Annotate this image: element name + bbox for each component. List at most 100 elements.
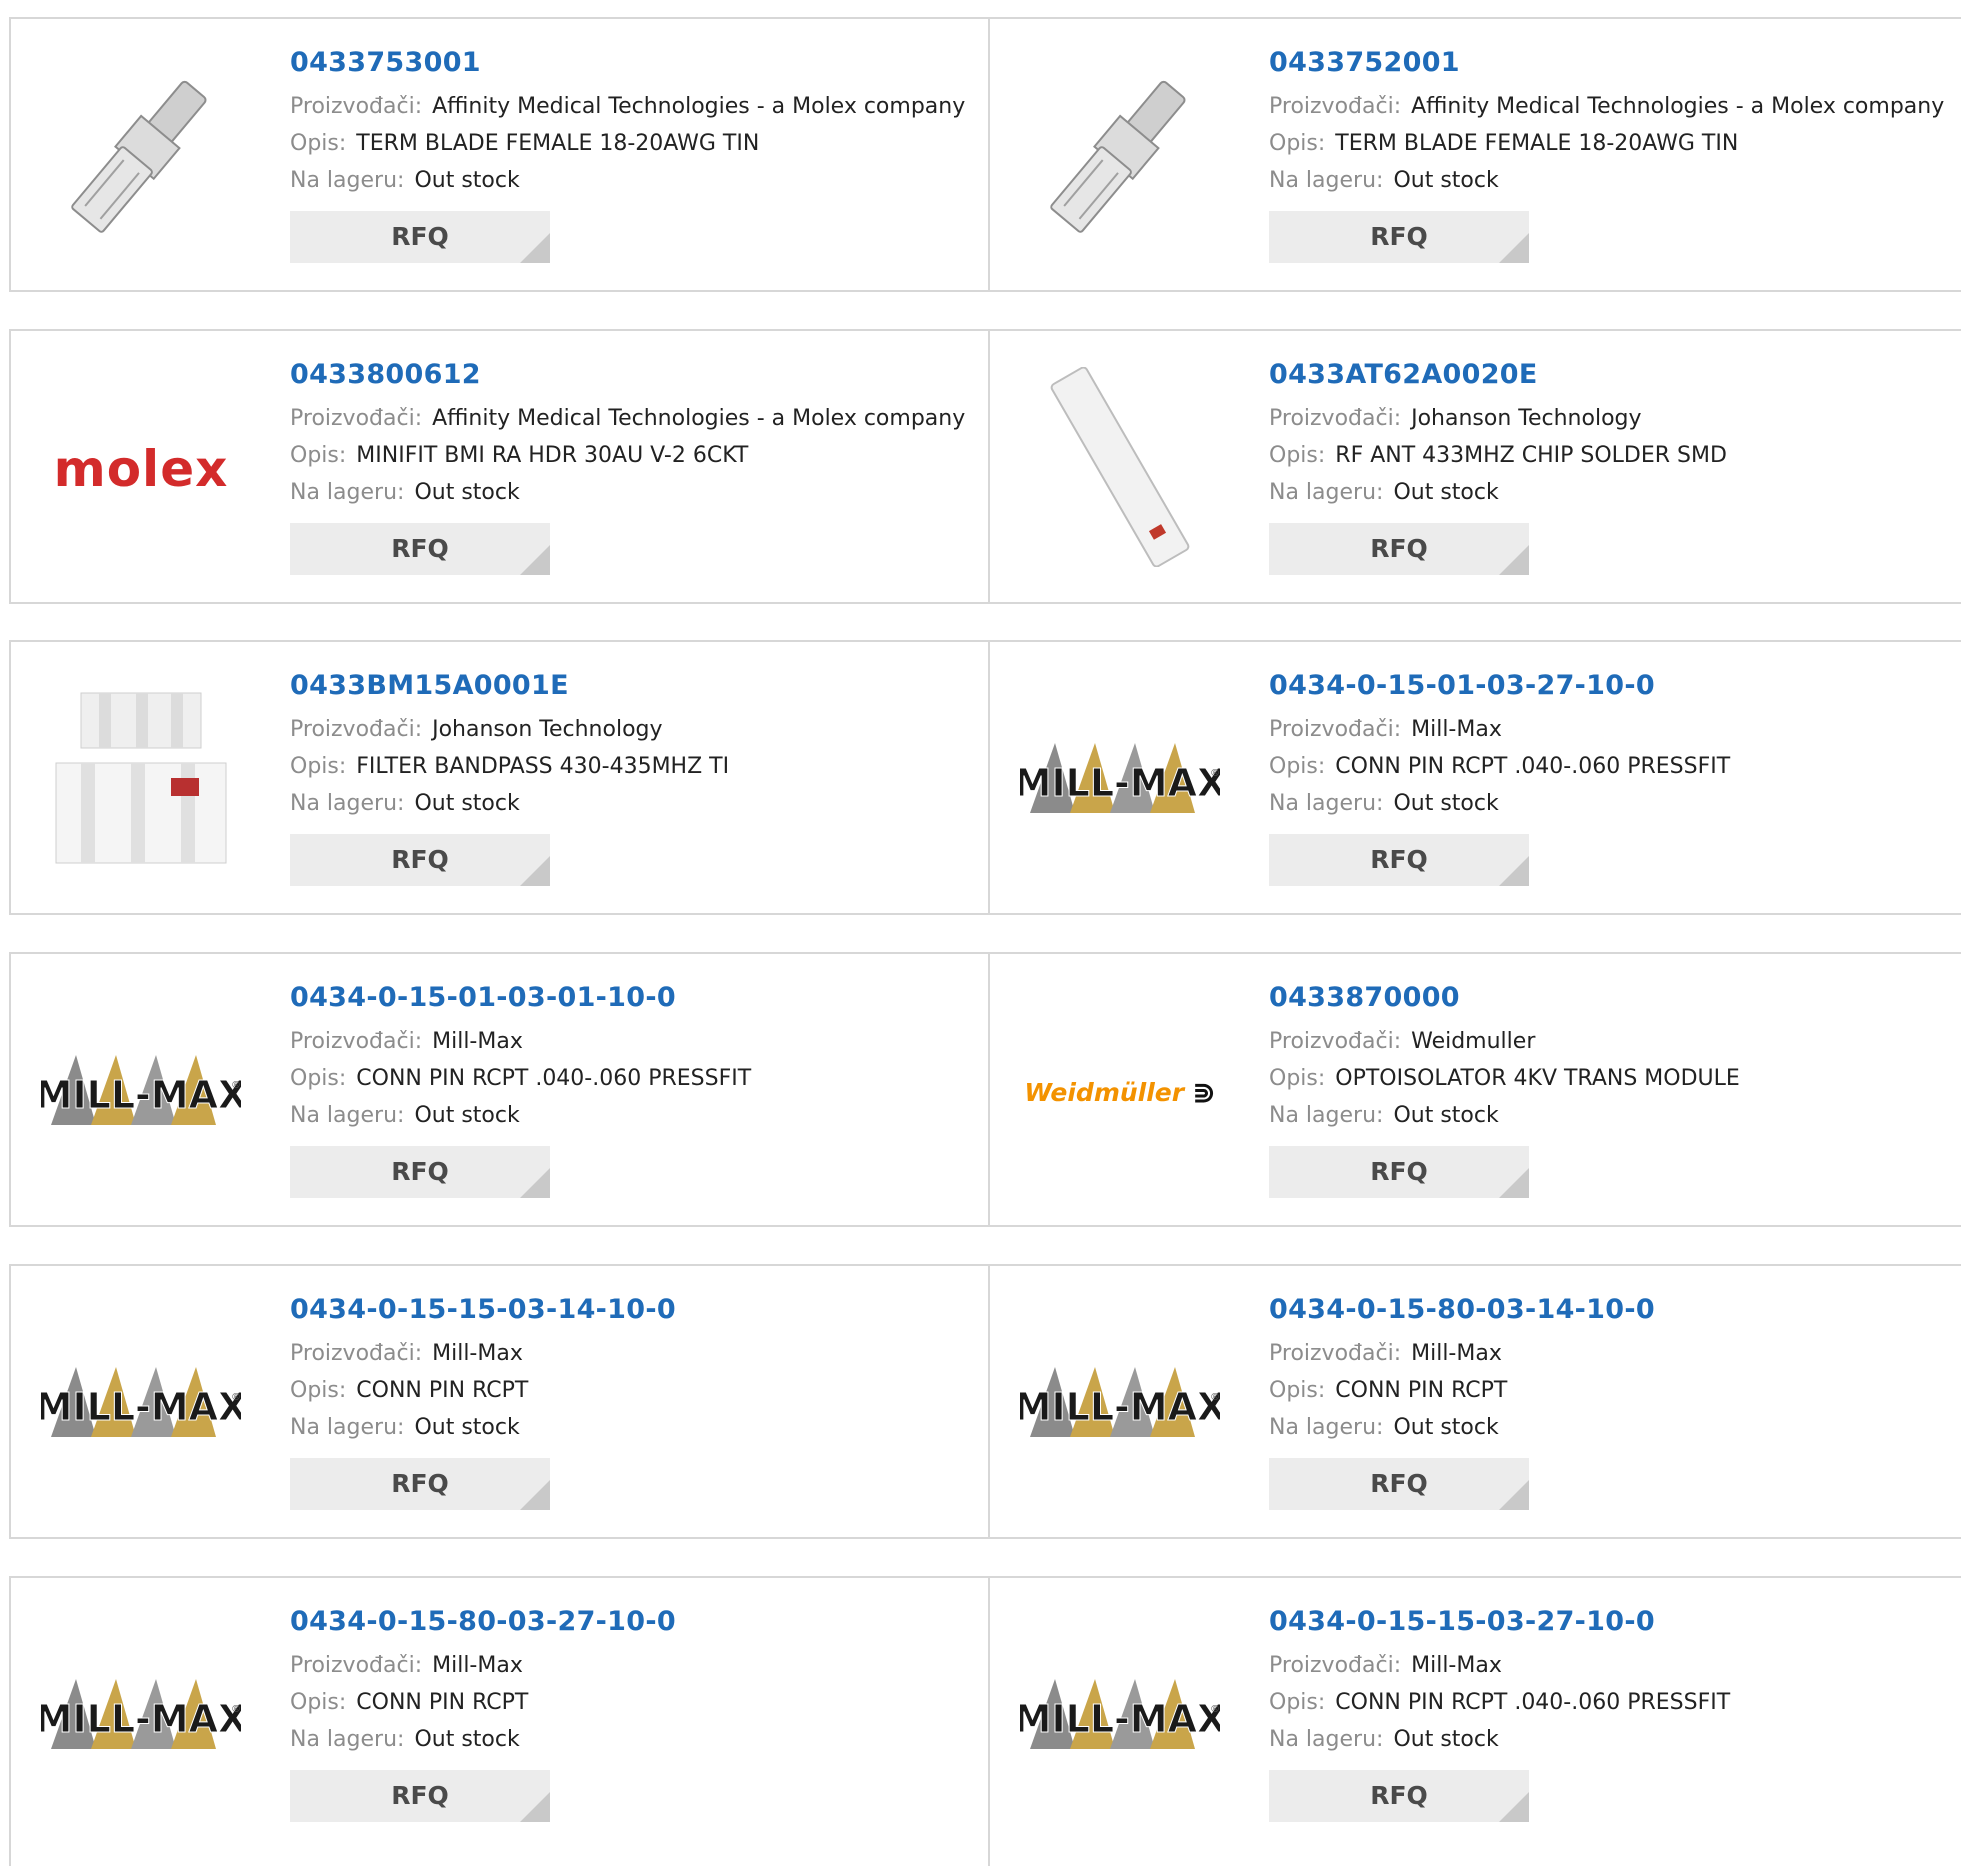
product-image[interactable]: molex xyxy=(41,369,241,569)
svg-text:MILL-MAX: MILL-MAX xyxy=(41,1385,241,1429)
product-row: MILL-MAX ® 0434-0-15-15-03-14-10-0 Proizvođ… xyxy=(9,1264,1961,1539)
rfq-button[interactable]: RFQ xyxy=(1269,1770,1529,1822)
product-card: 0433753001 Proizvođači: Affinity Medical T… xyxy=(11,19,988,290)
rfq-button[interactable]: RFQ xyxy=(290,1770,550,1822)
description-label: Opis: xyxy=(290,754,347,779)
manufacturer-value: Mill-Max xyxy=(432,1653,523,1678)
description-value: RF ANT 433MHZ CHIP SOLDER SMD xyxy=(1335,443,1727,468)
product-image[interactable]: MILL-MAX ® xyxy=(1013,680,1227,880)
manufacturer-line: Proizvođači: Mill-Max xyxy=(1269,1647,1730,1684)
rfq-button[interactable]: RFQ xyxy=(1269,1146,1529,1198)
rfq-button[interactable]: RFQ xyxy=(290,211,550,263)
molex-logo: molex xyxy=(53,440,229,498)
product-info: 0434-0-15-15-03-27-10-0 Proizvođači: Mill-… xyxy=(1269,1606,1730,1822)
product-card: Weidmüller ⋑ 0433870000 Proizvođači: Weidmul… xyxy=(990,954,1961,1225)
millmax-logo: MILL-MAX ® xyxy=(1013,718,1227,842)
part-number-link[interactable]: 0433753001 xyxy=(290,47,965,78)
stock-label: Na lageru: xyxy=(290,168,405,193)
stock-line: Na lageru: Out stock xyxy=(290,785,729,822)
description-label: Opis: xyxy=(1269,1690,1326,1715)
product-row: 0433753001 Proizvođači: Affinity Medical T… xyxy=(9,17,1961,292)
product-image[interactable]: MILL-MAX ® xyxy=(34,992,248,1192)
description-value: OPTOISOLATOR 4KV TRANS MODULE xyxy=(1335,1066,1740,1091)
manufacturer-label: Proizvođači: xyxy=(290,406,423,431)
terminal-photo xyxy=(46,60,236,254)
manufacturer-line: Proizvođači: Mill-Max xyxy=(1269,1335,1655,1372)
part-number-link[interactable]: 0434-0-15-80-03-14-10-0 xyxy=(1269,1294,1655,1325)
stock-label: Na lageru: xyxy=(290,1727,405,1752)
svg-text:®: ® xyxy=(1210,1704,1220,1715)
rfq-button[interactable]: RFQ xyxy=(290,1146,550,1198)
description-line: Opis: CONN PIN RCPT xyxy=(290,1684,676,1721)
part-number-link[interactable]: 0434-0-15-80-03-27-10-0 xyxy=(290,1606,676,1637)
part-number-link[interactable]: 0434-0-15-01-03-27-10-0 xyxy=(1269,670,1730,701)
description-value: CONN PIN RCPT xyxy=(356,1690,529,1715)
product-row: molex 0433800612 Proizvođači: Affinity Medi… xyxy=(9,329,1961,604)
rfq-button[interactable]: RFQ xyxy=(290,834,550,886)
part-number-link[interactable]: 0434-0-15-15-03-27-10-0 xyxy=(1269,1606,1730,1637)
svg-text:®: ® xyxy=(1210,1392,1220,1403)
product-image[interactable]: MILL-MAX ® xyxy=(34,1304,248,1504)
part-number-link[interactable]: 0434-0-15-15-03-14-10-0 xyxy=(290,1294,676,1325)
part-number-link[interactable]: 0433800612 xyxy=(290,359,965,390)
description-value: CONN PIN RCPT xyxy=(356,1378,529,1403)
product-image[interactable] xyxy=(1020,366,1220,569)
manufacturer-line: Proizvođači: Affinity Medical Technologie… xyxy=(1269,88,1944,125)
stock-label: Na lageru: xyxy=(1269,1103,1384,1128)
description-line: Opis: CONN PIN RCPT .040-.060 PRESSFIT xyxy=(1269,1684,1730,1721)
stock-value: Out stock xyxy=(1393,168,1499,193)
rfq-label: RFQ xyxy=(1370,1157,1428,1186)
rfq-label: RFQ xyxy=(391,1157,449,1186)
product-image[interactable] xyxy=(41,680,241,880)
product-image[interactable] xyxy=(41,57,241,257)
product-row: MILL-MAX ® 0434-0-15-80-03-27-10-0 Proizvođ… xyxy=(9,1576,1961,1866)
description-value: TERM BLADE FEMALE 18-20AWG TIN xyxy=(356,131,760,156)
description-value: CONN PIN RCPT .040-.060 PRESSFIT xyxy=(1335,754,1731,779)
product-image[interactable]: MILL-MAX ® xyxy=(34,1616,248,1816)
millmax-logo: MILL-MAX ® xyxy=(34,1030,248,1154)
manufacturer-label: Proizvođači: xyxy=(290,1653,423,1678)
part-number-link[interactable]: 0434-0-15-01-03-01-10-0 xyxy=(290,982,751,1013)
rfq-button[interactable]: RFQ xyxy=(290,523,550,575)
part-number-link[interactable]: 0433BM15A0001E xyxy=(290,670,729,701)
manufacturer-value: Mill-Max xyxy=(1411,1653,1502,1678)
product-image[interactable]: MILL-MAX ® xyxy=(1013,1616,1227,1816)
product-info: 0434-0-15-01-03-01-10-0 Proizvođači: Mill-… xyxy=(290,982,751,1198)
product-image[interactable]: MILL-MAX ® xyxy=(1013,1304,1227,1504)
part-number-link[interactable]: 0433870000 xyxy=(1269,982,1740,1013)
svg-text:MILL-MAX: MILL-MAX xyxy=(1020,761,1220,805)
stock-line: Na lageru: Out stock xyxy=(290,474,965,511)
stock-label: Na lageru: xyxy=(290,480,405,505)
rfq-button[interactable]: RFQ xyxy=(290,1458,550,1510)
stock-value: Out stock xyxy=(1393,1103,1499,1128)
corner-decoration xyxy=(520,856,550,886)
corner-decoration xyxy=(520,1480,550,1510)
product-image[interactable] xyxy=(1020,57,1220,257)
part-number-link[interactable]: 0433752001 xyxy=(1269,47,1944,78)
manufacturer-label: Proizvođači: xyxy=(1269,717,1402,742)
stock-value: Out stock xyxy=(414,791,520,816)
rfq-button[interactable]: RFQ xyxy=(1269,834,1529,886)
product-row: MILL-MAX ® 0434-0-15-01-03-01-10-0 Proizvođ… xyxy=(9,952,1961,1227)
product-info: 0433BM15A0001E Proizvođači: Johanson Techn… xyxy=(290,670,729,886)
rfq-button[interactable]: RFQ xyxy=(1269,211,1529,263)
product-info: 0434-0-15-80-03-14-10-0 Proizvođači: Mill-… xyxy=(1269,1294,1655,1510)
product-info: 0433753001 Proizvođači: Affinity Medical T… xyxy=(290,47,965,263)
rfq-button[interactable]: RFQ xyxy=(1269,1458,1529,1510)
corner-decoration xyxy=(1499,856,1529,886)
stock-label: Na lageru: xyxy=(1269,480,1384,505)
rfq-button[interactable]: RFQ xyxy=(1269,523,1529,575)
manufacturer-value: Mill-Max xyxy=(432,1029,523,1054)
product-info: 0433800612 Proizvođači: Affinity Medical T… xyxy=(290,359,965,575)
rfq-label: RFQ xyxy=(1370,534,1428,563)
part-number-link[interactable]: 0433AT62A0020E xyxy=(1269,359,1727,390)
product-image[interactable]: Weidmüller ⋑ xyxy=(1020,992,1220,1192)
rfq-label: RFQ xyxy=(1370,222,1428,251)
manufacturer-label: Proizvođači: xyxy=(290,1341,423,1366)
corner-decoration xyxy=(520,233,550,263)
product-info: 0433AT62A0020E Proizvođači: Johanson Techn… xyxy=(1269,359,1727,575)
manufacturer-line: Proizvođači: Mill-Max xyxy=(290,1023,751,1060)
svg-text:MILL-MAX: MILL-MAX xyxy=(41,1073,241,1117)
description-line: Opis: CONN PIN RCPT xyxy=(1269,1372,1655,1409)
stock-line: Na lageru: Out stock xyxy=(290,162,965,199)
